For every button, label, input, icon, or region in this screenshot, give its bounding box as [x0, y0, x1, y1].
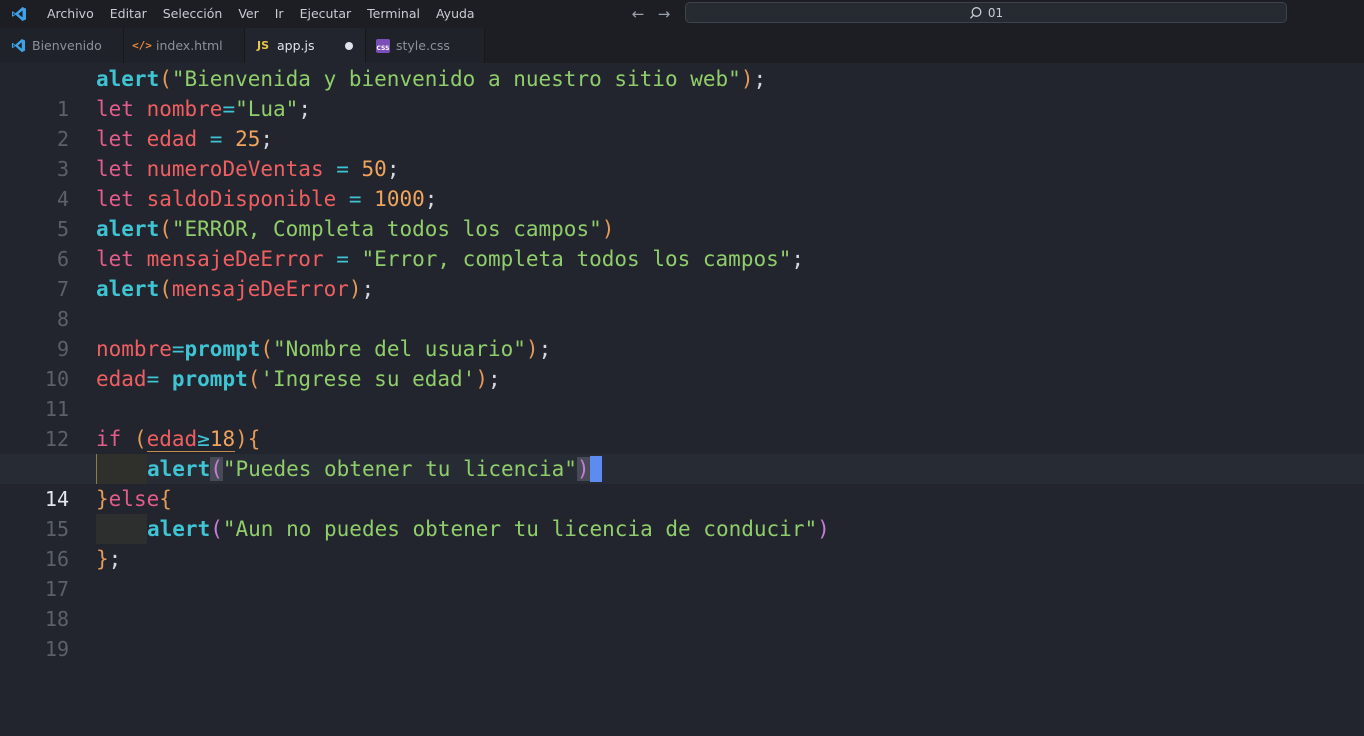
- tab-bar: Bienvenido </> index.html JS app.js CSS …: [0, 28, 1364, 63]
- code-line[interactable]: 18: [0, 574, 1364, 631]
- code-line[interactable]: 2 let nombre="Lua";: [0, 94, 1364, 151]
- code-line[interactable]: 8 alert(mensajeDeError);: [0, 274, 1364, 331]
- title-bar: Archivo Editar Selección Ver Ir Ejecutar…: [0, 0, 1364, 28]
- text-cursor: [589, 456, 602, 482]
- unsaved-dot-icon[interactable]: [345, 42, 353, 50]
- menu-ir[interactable]: Ir: [267, 2, 292, 26]
- tab-app-js[interactable]: JS app.js: [245, 28, 366, 63]
- menu-bar: Archivo Editar Selección Ver Ir Ejecutar…: [39, 0, 483, 28]
- search-icon: [969, 6, 982, 19]
- search-text: 01: [987, 5, 1004, 20]
- html-icon: </>: [132, 39, 152, 52]
- back-arrow-icon[interactable]: ←: [627, 4, 649, 24]
- code-line[interactable]: 15 }else{: [0, 484, 1364, 541]
- code-line[interactable]: 16 alert("Aun no puedes obtener tu licen…: [0, 514, 1364, 571]
- code-line[interactable]: 19: [0, 604, 1364, 661]
- code-line-current[interactable]: 14 alert("Puedes obtener tu licencia"): [0, 454, 1364, 511]
- code-line[interactable]: 9: [0, 304, 1364, 361]
- menu-ver[interactable]: Ver: [230, 2, 266, 26]
- code-line[interactable]: 1 alert("Bienvenida y bienvenido a nuest…: [0, 64, 1364, 121]
- tab-index-html[interactable]: </> index.html: [124, 28, 245, 63]
- tab-label: index.html: [156, 38, 223, 53]
- code-line[interactable]: 6 alert("ERROR, Completa todos los campo…: [0, 214, 1364, 271]
- menu-archivo[interactable]: Archivo: [39, 2, 102, 26]
- menu-seleccion[interactable]: Selección: [155, 2, 231, 26]
- tab-style-css[interactable]: CSS style.css: [366, 28, 485, 63]
- tab-label: style.css: [396, 38, 450, 53]
- tab-label: app.js: [277, 38, 315, 53]
- menu-ayuda[interactable]: Ayuda: [428, 2, 483, 26]
- code-line[interactable]: 3 let edad = 25;: [0, 124, 1364, 181]
- tab-label: Bienvenido: [32, 38, 102, 53]
- code-line[interactable]: 11 edad= prompt('Ingrese su edad');: [0, 364, 1364, 421]
- line-number: 19: [44, 637, 69, 661]
- code-line[interactable]: 4 let numeroDeVentas = 50;: [0, 154, 1364, 211]
- code-line[interactable]: 10 nombre=prompt("Nombre del usuario");: [0, 334, 1364, 391]
- code-line[interactable]: 13 if (edad≥18){: [0, 424, 1364, 481]
- code-line[interactable]: 5 let saldoDisponible = 1000;: [0, 184, 1364, 241]
- code-line[interactable]: 7 let mensajeDeError = "Error, completa …: [0, 244, 1364, 301]
- vscode-icon: [10, 38, 26, 54]
- menu-ejecutar[interactable]: Ejecutar: [292, 2, 360, 26]
- indent-guide: [96, 514, 147, 544]
- menu-terminal[interactable]: Terminal: [359, 2, 428, 26]
- code-line[interactable]: 17 };: [0, 544, 1364, 601]
- menu-editar[interactable]: Editar: [102, 2, 155, 26]
- command-center-search[interactable]: 01: [685, 2, 1287, 23]
- css-icon: CSS: [376, 38, 390, 53]
- forward-arrow-icon[interactable]: →: [653, 4, 675, 24]
- code-line[interactable]: 12: [0, 394, 1364, 451]
- indent-guide: [96, 454, 147, 484]
- js-icon: JS: [256, 39, 269, 52]
- tab-bienvenido[interactable]: Bienvenido: [0, 28, 124, 63]
- vscode-logo-icon: [12, 7, 26, 21]
- code-editor[interactable]: 1 alert("Bienvenida y bienvenido a nuest…: [0, 63, 1364, 736]
